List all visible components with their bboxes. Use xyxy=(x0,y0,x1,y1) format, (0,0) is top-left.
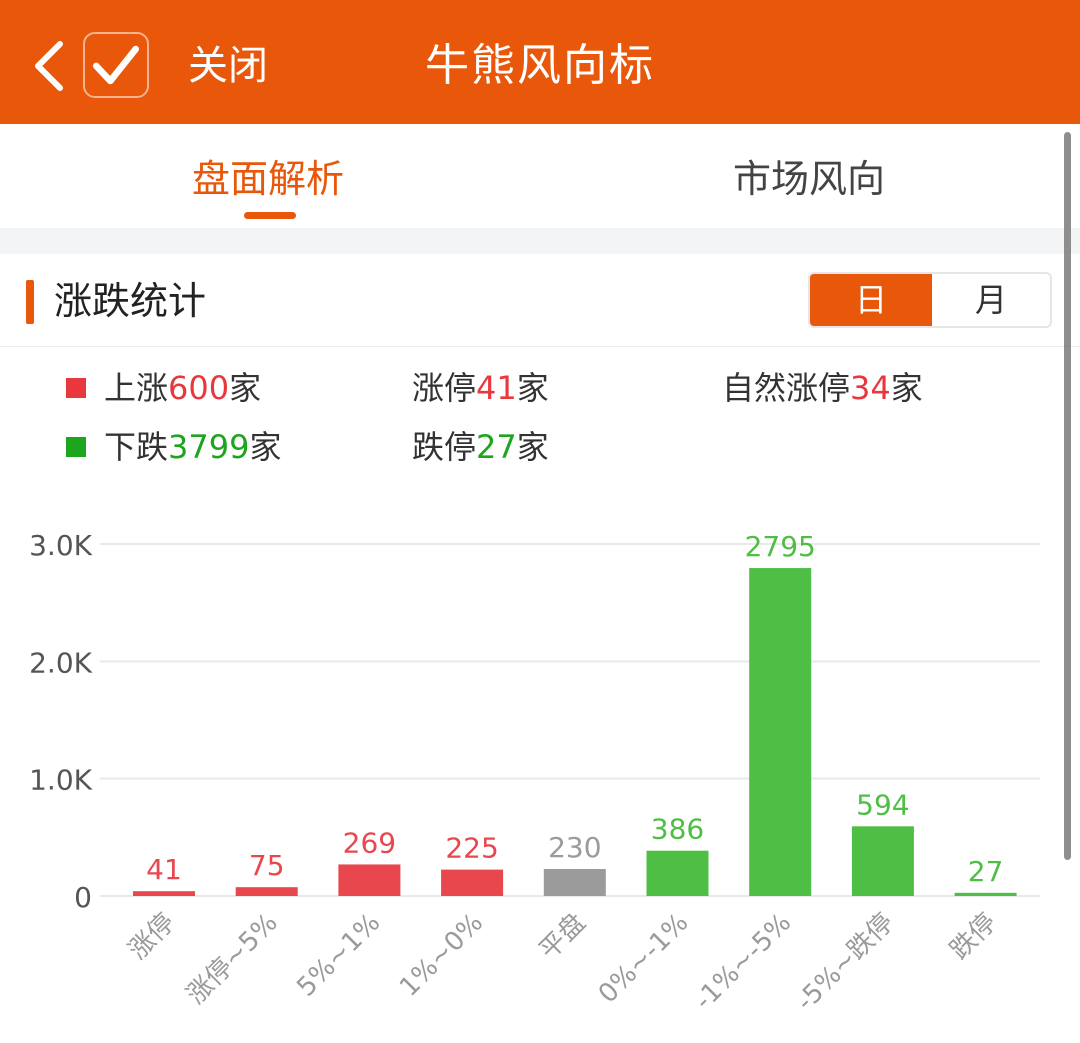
top-bar: 关闭 牛熊风向标 xyxy=(0,0,1080,124)
y-tick-label: 2.0K xyxy=(29,646,93,679)
section-header: 涨跌统计 日 月 xyxy=(0,254,1080,347)
bar-value-label: 225 xyxy=(445,832,498,865)
stat-rise: 上涨600家 xyxy=(104,368,261,408)
bar xyxy=(749,568,812,896)
page-title: 牛熊风向标 xyxy=(425,40,655,91)
stat-fall-label: 下跌 xyxy=(104,428,169,466)
x-tick-label: 涨停~5% xyxy=(181,908,284,1011)
stat-limit-down-label: 跌停 xyxy=(412,428,477,466)
bar xyxy=(441,869,504,896)
bar xyxy=(646,850,709,896)
stat-fall: 下跌3799家 xyxy=(104,427,281,467)
x-tick-label: 5%~1% xyxy=(291,908,386,1003)
stat-limit-up-value: 41 xyxy=(476,369,517,407)
tab-bar: 盘面解析 市场风向 xyxy=(0,124,1080,228)
x-tick-label: -1%~-5% xyxy=(689,908,797,1016)
bar-value-label: 2795 xyxy=(745,530,816,563)
stat-limit-down-unit: 家 xyxy=(516,428,549,466)
stat-natural-limit-up: 自然涨停34家 xyxy=(722,368,923,408)
period-month-button[interactable]: 月 xyxy=(932,274,1050,326)
stat-limit-up-unit: 家 xyxy=(516,369,549,407)
stat-fall-value: 3799 xyxy=(168,428,250,466)
bar-value-label: 386 xyxy=(651,813,704,846)
x-tick-label: 平盘 xyxy=(534,908,592,966)
x-tick-label: -5%~跌停 xyxy=(791,908,900,1017)
stat-natural-limit-up-value: 34 xyxy=(850,369,891,407)
legend-down-square xyxy=(66,437,86,457)
bar-value-label: 594 xyxy=(856,788,909,821)
x-tick-label: 涨停 xyxy=(123,908,181,966)
x-tick-label: 跌停 xyxy=(945,908,1003,966)
bar xyxy=(851,826,914,896)
bar xyxy=(954,892,1017,896)
tab-market-trend[interactable]: 市场风向 xyxy=(733,154,885,204)
x-tick-label: 1%~0% xyxy=(394,908,489,1003)
bar-value-label: 27 xyxy=(968,855,1004,888)
stat-rise-unit: 家 xyxy=(229,369,262,407)
bar-value-label: 75 xyxy=(249,849,285,882)
section-divider xyxy=(0,228,1080,254)
bar xyxy=(338,864,401,896)
section-title: 涨跌统计 xyxy=(54,279,207,323)
bar xyxy=(543,869,606,896)
period-toggle: 日 月 xyxy=(808,272,1052,328)
stat-limit-down: 跌停27家 xyxy=(412,427,549,467)
tab-market-analysis[interactable]: 盘面解析 xyxy=(192,154,344,204)
rise-fall-distribution-chart: 0 1.0K 2.0K 3.0K 41 涨停 75 涨停~5% 269 5%~1% 225 1%~0%… xyxy=(29,529,1040,1017)
stat-fall-unit: 家 xyxy=(249,428,282,466)
bar-value-label: 230 xyxy=(548,831,601,864)
period-day-button[interactable]: 日 xyxy=(810,274,932,326)
vertical-scrollbar[interactable] xyxy=(1064,132,1071,860)
tab-active-indicator xyxy=(244,212,296,219)
stat-limit-up: 涨停41家 xyxy=(412,368,549,408)
bar-value-label: 41 xyxy=(146,853,182,886)
stat-limit-up-label: 涨停 xyxy=(412,369,477,407)
y-tick-label: 1.0K xyxy=(29,764,93,797)
bar xyxy=(235,887,298,896)
x-tick-label: 0%~-1% xyxy=(593,908,695,1010)
stat-limit-down-value: 27 xyxy=(476,428,517,466)
stat-natural-limit-up-label: 自然涨停 xyxy=(722,369,851,407)
section-accent-bar xyxy=(26,280,34,324)
stat-rise-label: 上涨 xyxy=(104,369,169,407)
y-tick-label: 3.0K xyxy=(29,529,93,562)
bar xyxy=(133,891,195,896)
stat-rise-value: 600 xyxy=(168,369,230,407)
legend-up-square xyxy=(66,378,86,398)
bar-value-label: 269 xyxy=(343,826,396,859)
y-tick-label: 0 xyxy=(74,881,92,914)
stat-natural-limit-up-unit: 家 xyxy=(890,369,923,407)
